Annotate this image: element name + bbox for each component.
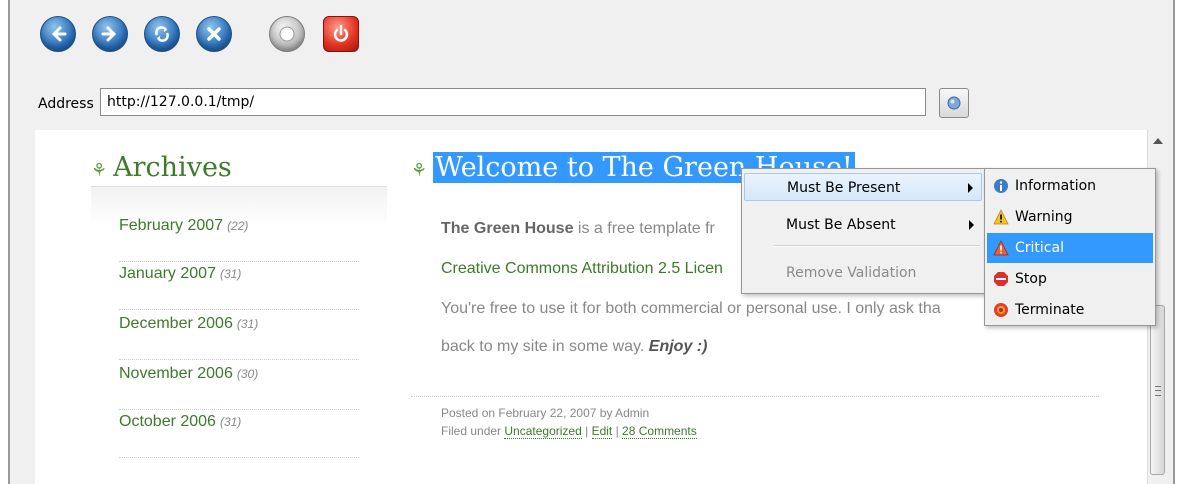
filed-prefix: Filed under (441, 424, 505, 438)
meta-separator: | (612, 424, 623, 438)
category-link[interactable]: Uncategorized (504, 424, 582, 439)
context-menu: Must Be Present Must Be Absent Remove Va… (741, 168, 987, 294)
enjoy-text: Enjoy :) (648, 338, 708, 355)
archive-item[interactable]: December 2006 (31) (119, 315, 359, 360)
back-arrow-icon (51, 26, 67, 42)
submenu-arrow-icon (969, 220, 974, 230)
archive-count: (31) (219, 415, 242, 429)
menu-item-must-be-absent[interactable]: Must Be Absent (744, 211, 982, 239)
menu-separator (774, 245, 980, 247)
archives-list: February 2007 (22) January 2007 (31) Decem… (91, 186, 387, 477)
archives-title: ⚘ Archives (91, 152, 232, 183)
stop-sign-icon (994, 272, 1008, 286)
archive-link[interactable]: February 2007 (119, 217, 223, 234)
post-intro: The Green House is a free template fr (441, 220, 715, 238)
submenu-item-label: Warning (1015, 209, 1073, 225)
record-icon (279, 26, 295, 42)
submenu-item-critical[interactable]: Critical (987, 233, 1153, 263)
warning-icon (993, 209, 1009, 225)
submenu-item-label: Information (1015, 178, 1097, 194)
submenu-item-warning[interactable]: Warning (987, 202, 1153, 232)
intro-bold: The Green House (441, 220, 574, 237)
archive-item[interactable]: February 2007 (22) (119, 217, 359, 262)
scroll-up-arrow-icon[interactable] (1153, 138, 1163, 144)
menu-item-label: Must Be Absent (786, 217, 896, 233)
submenu-item-label: Stop (1015, 271, 1047, 287)
archive-count: (30) (236, 367, 259, 381)
license-link[interactable]: Creative Commons Attribution 2.5 Licen (441, 260, 723, 277)
intro-text: is a free template fr (573, 220, 715, 237)
archive-count: (31) (236, 317, 259, 331)
meta-separator: | (581, 424, 592, 438)
submenu-item-label: Critical (1015, 240, 1064, 256)
go-button[interactable] (939, 88, 969, 118)
severity-submenu: Information Warning Critical Stop Termin… (984, 168, 1156, 326)
power-button[interactable] (323, 16, 359, 52)
back-button[interactable] (40, 16, 76, 52)
address-input[interactable] (100, 88, 926, 116)
go-icon (947, 96, 961, 110)
refresh-button[interactable] (144, 16, 180, 52)
info-icon (994, 179, 1008, 193)
back-line: back to my site in some way. Enjoy :) (441, 338, 707, 356)
archive-count: (31) (219, 267, 242, 281)
archive-item[interactable]: November 2006 (30) (119, 365, 359, 410)
submenu-item-stop[interactable]: Stop (987, 264, 1153, 294)
menu-item-remove-validation: Remove Validation (744, 259, 982, 287)
refresh-icon (155, 26, 169, 42)
address-label: Address (38, 96, 94, 112)
submenu-item-label: Terminate (1015, 302, 1085, 318)
submenu-item-information[interactable]: Information (987, 171, 1153, 201)
archive-item[interactable]: October 2006 (31) (119, 413, 359, 458)
archive-link[interactable]: January 2007 (119, 265, 216, 282)
archive-link[interactable]: December 2006 (119, 315, 233, 332)
forward-arrow-icon (101, 26, 117, 42)
archive-link[interactable]: October 2006 (119, 413, 216, 430)
post-divider (411, 396, 1099, 397)
stop-button[interactable] (196, 16, 232, 52)
edit-link[interactable]: Edit (591, 424, 613, 439)
scrollbar-thumb[interactable] (1150, 305, 1165, 475)
submenu-item-terminate[interactable]: Terminate (987, 295, 1153, 325)
grip-icon (1155, 386, 1161, 396)
menu-item-must-be-present[interactable]: Must Be Present (744, 173, 982, 201)
menu-item-label: Must Be Present (787, 180, 901, 196)
fern-icon: ⚘ (91, 160, 108, 181)
usage-line: You're free to use it for both commercia… (441, 300, 941, 317)
license-line: Creative Commons Attribution 2.5 Licen (441, 260, 723, 278)
archive-link[interactable]: November 2006 (119, 365, 233, 382)
browser-window: Address ⚘Archives February 2007 (22) Janu… (8, 0, 1175, 484)
stop-x-icon (207, 27, 221, 41)
forward-button[interactable] (92, 16, 128, 52)
submenu-arrow-icon (968, 183, 973, 193)
menu-item-label: Remove Validation (786, 265, 917, 281)
archive-count: (22) (227, 219, 249, 233)
back-text: back to my site in some way. (441, 338, 649, 355)
comments-link[interactable]: 28 Comments (622, 424, 697, 439)
record-button[interactable] (269, 16, 305, 52)
archive-item[interactable]: January 2007 (31) (119, 265, 359, 310)
posted-line: Posted on February 22, 2007 by Admin (441, 406, 650, 420)
filed-line: Filed under Uncategorized | Edit | 28 Co… (441, 424, 697, 439)
terminate-icon (994, 303, 1008, 317)
power-icon (333, 24, 349, 42)
fern-icon: ⚘ (411, 160, 428, 181)
critical-icon (993, 240, 1009, 256)
